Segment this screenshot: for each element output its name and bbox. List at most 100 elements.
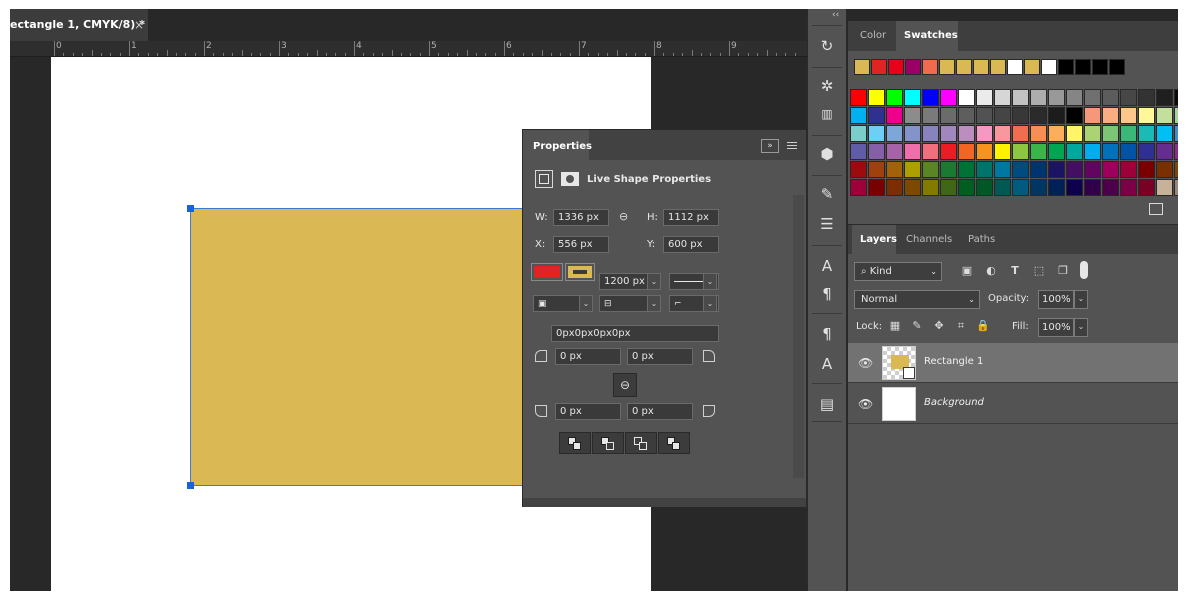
shape-transform-icon[interactable] [535,170,553,188]
swatch[interactable] [1102,143,1119,160]
swatch[interactable] [1084,179,1101,196]
swatch[interactable] [886,161,903,178]
swatch[interactable] [850,161,867,178]
swatch[interactable] [1084,143,1101,160]
swatch[interactable] [976,107,993,124]
swatch[interactable] [958,89,975,106]
swatch[interactable] [922,107,939,124]
swatch[interactable] [994,179,1011,196]
tab-paths[interactable]: Paths [960,225,1003,255]
swatch[interactable] [868,143,885,160]
recent-swatch[interactable] [1075,59,1091,75]
swatch[interactable] [1030,143,1047,160]
swatch[interactable] [886,89,903,106]
adjustments-icon[interactable]: ☰ [816,213,838,235]
swatch[interactable] [940,179,957,196]
stroke-caps-field[interactable]: ⊟ [599,295,649,312]
swatch[interactable] [1120,143,1137,160]
filter-pixel-icon[interactable]: ▣ [960,264,974,278]
properties-scrollbar[interactable] [793,195,804,478]
layer-name[interactable]: Background [924,397,984,408]
swatch[interactable] [904,89,921,106]
swatch[interactable] [1030,107,1047,124]
filter-toggle[interactable] [1080,261,1088,279]
3d-icon[interactable]: ⬢ [816,143,838,165]
swatch[interactable] [904,107,921,124]
lock-artboard-icon[interactable]: ⌗ [954,319,968,333]
swatch[interactable] [1138,143,1155,160]
transform-handle-top-left[interactable] [187,205,194,212]
swatch[interactable] [1066,125,1083,142]
swatch[interactable] [850,89,867,106]
filter-shape-icon[interactable]: ⬚ [1032,264,1046,278]
mask-icon[interactable] [561,172,579,186]
stroke-corners-dropdown[interactable]: ⌄ [703,295,717,312]
recent-swatch[interactable] [1007,59,1023,75]
swatch[interactable] [922,179,939,196]
link-corners-icon[interactable]: ⊖ [613,373,637,397]
swatch[interactable] [1048,143,1065,160]
swatch[interactable] [940,89,957,106]
swatch[interactable] [1048,89,1065,106]
histogram-icon[interactable]: ▥ [816,103,838,125]
paragraph-icon[interactable]: ¶ [816,283,838,305]
swatch[interactable] [1120,107,1137,124]
collapse-panel-icon[interactable]: » [761,139,779,153]
layer-name[interactable]: Rectangle 1 [924,356,983,367]
swatch[interactable] [868,161,885,178]
stroke-width-field[interactable]: 1200 px [599,273,648,290]
swatch[interactable] [1030,89,1047,106]
swatch[interactable] [1156,89,1173,106]
swatch[interactable] [904,143,921,160]
swatch[interactable] [1174,107,1178,124]
eye-icon[interactable]: 👁 [858,356,873,370]
swatch[interactable] [994,161,1011,178]
recent-swatch[interactable] [973,59,989,75]
swatch[interactable] [1048,125,1065,142]
corner-bottom-left-field[interactable]: 0 px [555,403,621,420]
swatch[interactable] [1066,107,1083,124]
swatch[interactable] [1138,107,1155,124]
swatch[interactable] [1030,125,1047,142]
swatch[interactable] [994,143,1011,160]
eye-icon[interactable]: 👁 [858,397,873,411]
swatch[interactable] [850,125,867,142]
swatch[interactable] [850,107,867,124]
x-field[interactable]: 556 px [553,236,609,253]
stroke-align-field[interactable]: ▣ [533,295,583,312]
swatch[interactable] [994,125,1011,142]
fill-dropdown[interactable]: ⌄ [1074,318,1088,337]
transform-handle-bottom-left[interactable] [187,482,194,489]
recent-swatch[interactable] [905,59,921,75]
recent-swatch[interactable] [871,59,887,75]
recent-swatch[interactable] [990,59,1006,75]
filter-type-icon[interactable]: T [1008,264,1022,278]
swatch[interactable] [1012,179,1029,196]
swatch[interactable] [976,179,993,196]
tab-layers[interactable]: Layers [852,225,897,255]
swatch[interactable] [886,107,903,124]
panel-menu-icon[interactable] [787,140,799,152]
swatch[interactable] [1012,107,1029,124]
swatch[interactable] [904,161,921,178]
link-icon[interactable]: ⊖ [619,210,628,223]
swatch[interactable] [1174,125,1178,142]
layer-row-rectangle[interactable]: 👁 Rectangle 1 [848,343,1178,383]
swatch[interactable] [886,179,903,196]
intersect-shapes-button[interactable] [625,432,657,454]
corner-top-left-field[interactable]: 0 px [555,348,621,365]
rectangle-shape[interactable] [190,208,523,486]
tab-swatches[interactable]: Swatches [896,21,958,51]
filter-adjustment-icon[interactable]: ◐ [984,264,998,278]
subtract-shapes-button[interactable] [592,432,624,454]
swatch[interactable] [868,89,885,106]
swatch[interactable] [1174,143,1178,160]
swatch[interactable] [922,89,939,106]
exclude-shapes-button[interactable] [658,432,690,454]
y-field[interactable]: 600 px [663,236,719,253]
history-icon[interactable]: ↻ [816,35,838,57]
swatch[interactable] [1156,107,1173,124]
collapse-dock-icon[interactable]: ‹‹ [832,10,839,20]
swatch[interactable] [1138,161,1155,178]
swatch[interactable] [976,125,993,142]
